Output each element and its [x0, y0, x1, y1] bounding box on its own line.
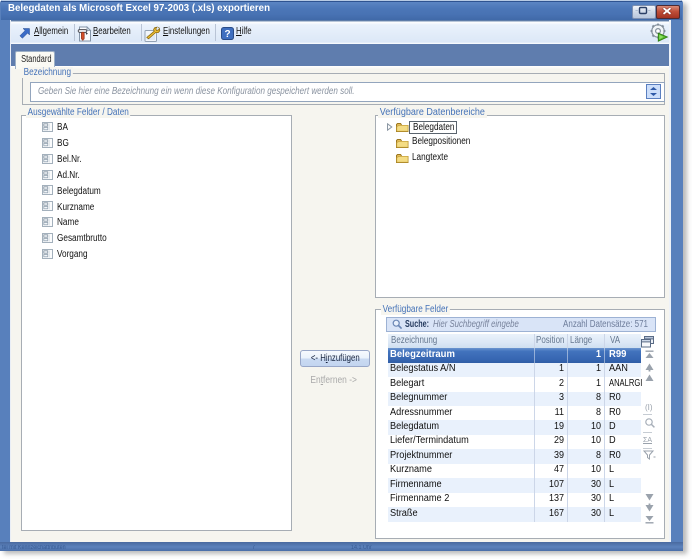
svg-text:?: ?	[224, 29, 230, 40]
